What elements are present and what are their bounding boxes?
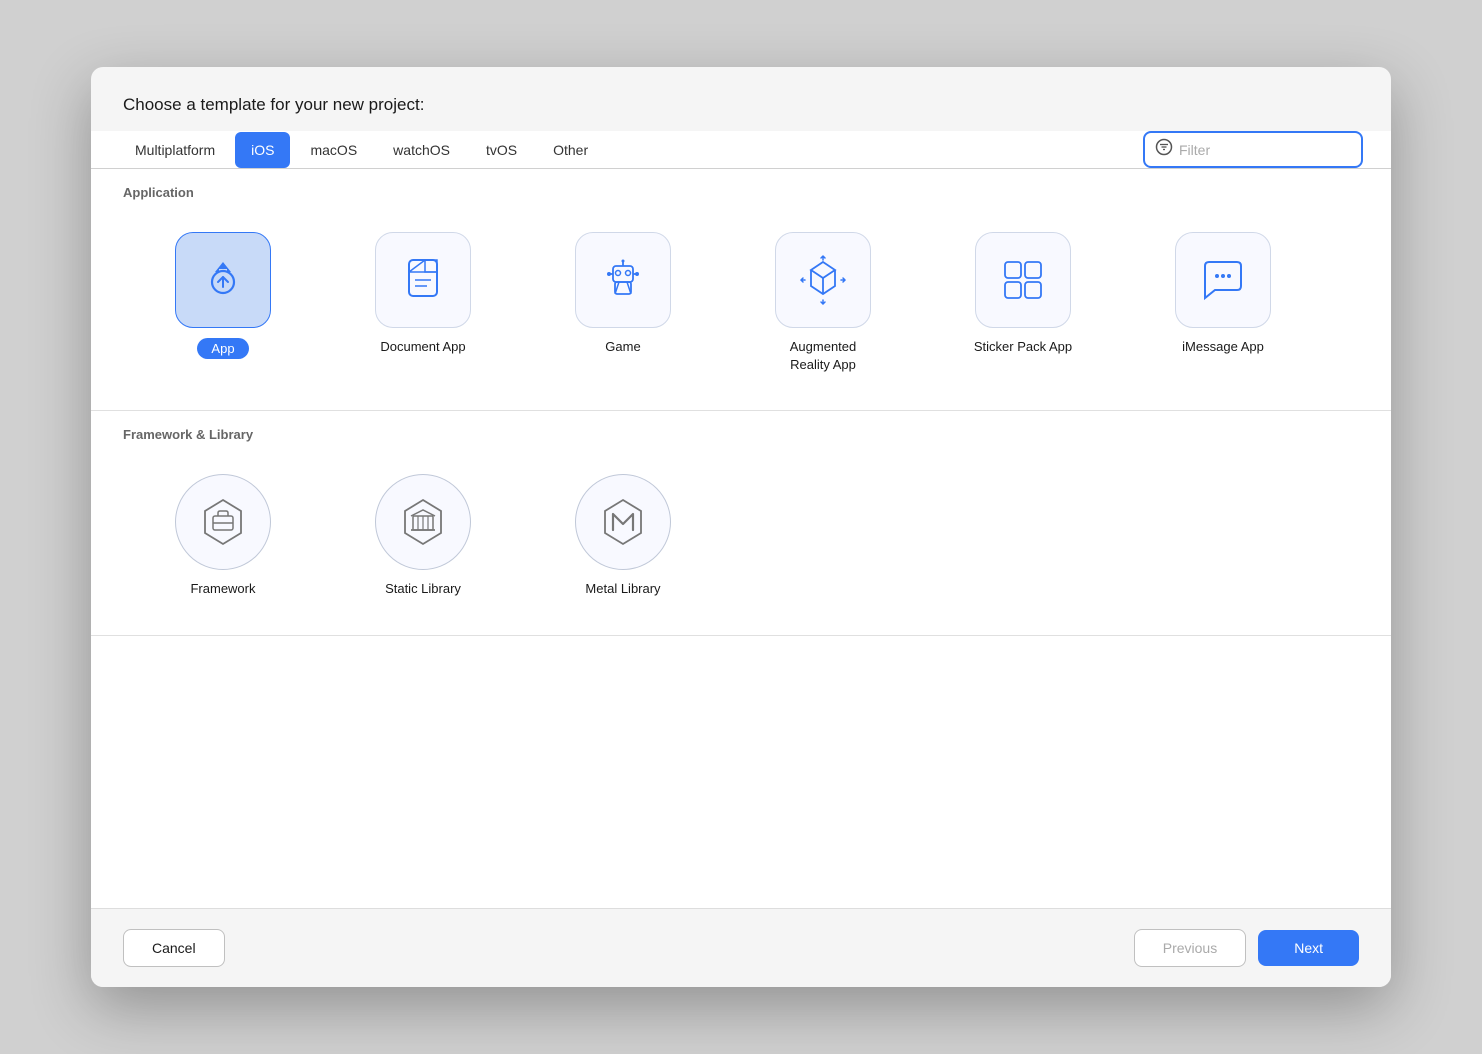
game-label: Game xyxy=(605,338,640,356)
template-game[interactable]: Game xyxy=(523,220,723,386)
framework-section-title: Framework & Library xyxy=(91,411,1391,450)
ar-app-label: AugmentedReality App xyxy=(790,338,857,374)
game-icon-box xyxy=(575,232,671,328)
sticker-pack-icon-box xyxy=(975,232,1071,328)
static-library-icon-box xyxy=(375,474,471,570)
imessage-app-icon-box xyxy=(1175,232,1271,328)
platform-tabs: Multiplatform iOS macOS watchOS tvOS Oth… xyxy=(119,132,1143,168)
new-project-dialog: Choose a template for your new project: … xyxy=(91,67,1391,987)
template-imessage-app[interactable]: iMessage App xyxy=(1123,220,1323,386)
document-app-icon-box xyxy=(375,232,471,328)
dialog-header: Choose a template for your new project: xyxy=(91,67,1391,131)
template-app[interactable]: App xyxy=(123,220,323,386)
app-label: App xyxy=(197,338,248,359)
template-document-app[interactable]: Document App xyxy=(323,220,523,386)
application-section: Application App xyxy=(91,169,1391,411)
tab-other[interactable]: Other xyxy=(537,132,604,168)
content-area: Application App xyxy=(91,169,1391,908)
template-metal-library[interactable]: Metal Library xyxy=(523,462,723,610)
application-items-grid: App Document App xyxy=(91,208,1391,410)
dialog-title: Choose a template for your new project: xyxy=(123,95,424,114)
template-framework[interactable]: Framework xyxy=(123,462,323,610)
ar-app-icon-box xyxy=(775,232,871,328)
tabs-bar: Multiplatform iOS macOS watchOS tvOS Oth… xyxy=(91,131,1391,169)
framework-items-grid: Framework xyxy=(91,450,1391,634)
framework-icon-box xyxy=(175,474,271,570)
cancel-button[interactable]: Cancel xyxy=(123,929,225,967)
static-library-label: Static Library xyxy=(385,580,461,598)
search-container xyxy=(1143,131,1363,168)
filter-icon xyxy=(1155,138,1173,161)
document-app-label: Document App xyxy=(380,338,465,356)
previous-button[interactable]: Previous xyxy=(1134,929,1246,967)
template-static-library[interactable]: Static Library xyxy=(323,462,523,610)
tab-ios[interactable]: iOS xyxy=(235,132,290,168)
app-icon-box xyxy=(175,232,271,328)
tab-multiplatform[interactable]: Multiplatform xyxy=(119,132,231,168)
metal-library-icon-box xyxy=(575,474,671,570)
dialog-footer: Cancel Previous Next xyxy=(91,908,1391,987)
imessage-app-label: iMessage App xyxy=(1182,338,1264,356)
tab-tvos[interactable]: tvOS xyxy=(470,132,533,168)
search-input[interactable] xyxy=(1179,142,1351,158)
tab-macos[interactable]: macOS xyxy=(294,132,373,168)
metal-library-label: Metal Library xyxy=(585,580,660,598)
template-ar-app[interactable]: AugmentedReality App xyxy=(723,220,923,386)
sticker-pack-label: Sticker Pack App xyxy=(974,338,1072,356)
footer-right: Previous Next xyxy=(1134,929,1359,967)
framework-section: Framework & Library Framew xyxy=(91,411,1391,635)
tab-watchos[interactable]: watchOS xyxy=(377,132,466,168)
next-button[interactable]: Next xyxy=(1258,930,1359,966)
application-section-title: Application xyxy=(91,169,1391,208)
framework-label: Framework xyxy=(190,580,255,598)
template-sticker-pack[interactable]: Sticker Pack App xyxy=(923,220,1123,386)
